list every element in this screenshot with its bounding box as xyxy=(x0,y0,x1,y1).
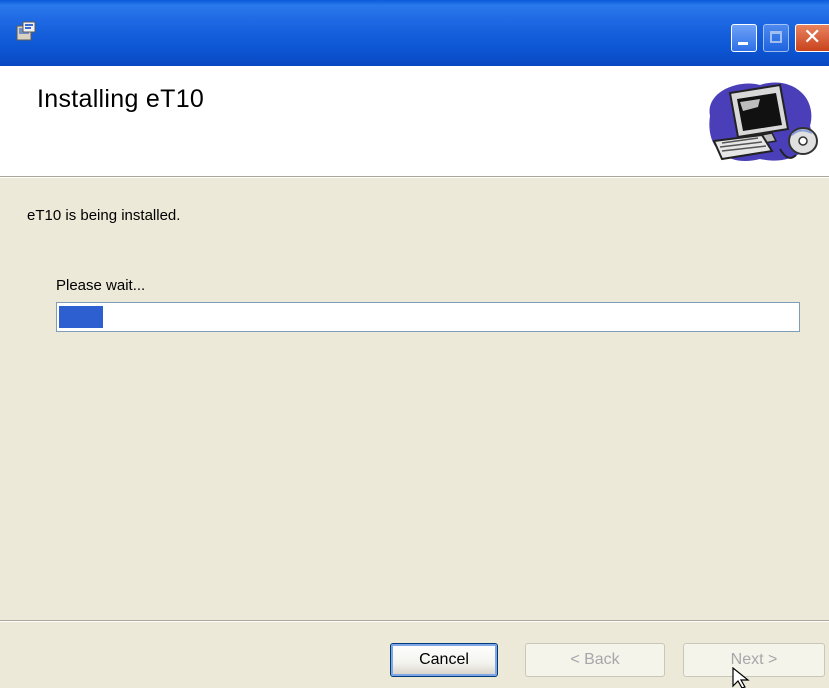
progress-label: Please wait... xyxy=(56,277,146,294)
progress-bar xyxy=(56,302,800,332)
page-title: Installing eT10 xyxy=(37,85,205,113)
installer-app-icon xyxy=(16,21,36,41)
title-bar[interactable]: ✕ xyxy=(0,0,829,66)
computer-cd-icon xyxy=(709,82,818,162)
minimize-button[interactable] xyxy=(731,24,757,52)
dialog-header: Installing eT10 xyxy=(0,66,829,177)
maximize-button[interactable] xyxy=(763,24,789,52)
close-icon: ✕ xyxy=(803,25,822,50)
installer-window: ✕ Installing eT10 eT10 is being installe… xyxy=(0,0,829,688)
maximize-icon xyxy=(770,31,782,43)
header-divider xyxy=(0,177,829,178)
cancel-button[interactable]: Cancel xyxy=(390,643,498,677)
next-button[interactable]: Next > xyxy=(683,643,825,677)
footer-divider-highlight xyxy=(0,621,829,622)
status-text: eT10 is being installed. xyxy=(27,207,181,224)
minimize-icon xyxy=(738,42,748,45)
close-button[interactable]: ✕ xyxy=(795,24,829,52)
back-button[interactable]: < Back xyxy=(525,643,665,677)
mouse-cursor-icon xyxy=(732,667,750,688)
progress-bar-fill xyxy=(59,306,103,328)
